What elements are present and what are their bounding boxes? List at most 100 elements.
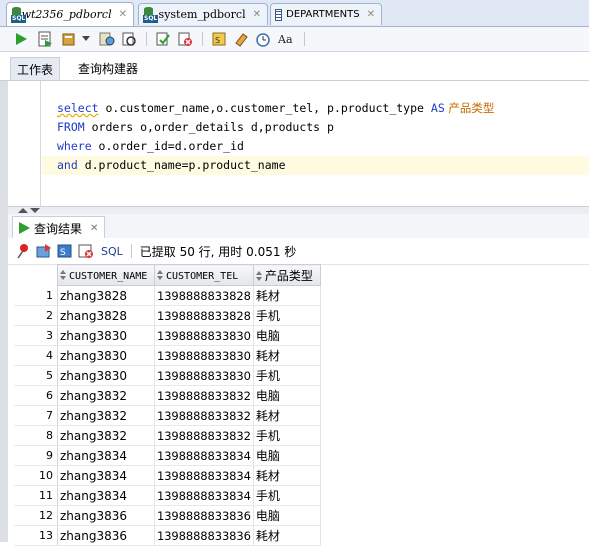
column-header-customer-name[interactable]: CUSTOMER_NAME — [57, 264, 155, 286]
cell-customer-name[interactable]: zhang3832 — [57, 425, 155, 446]
cell-customer-name[interactable]: zhang3830 — [57, 345, 155, 366]
format-button[interactable]: Aa — [278, 30, 296, 48]
cell-customer-tel[interactable]: 1398888833832 — [154, 385, 254, 406]
table-row[interactable]: 9 zhang3834 1398888833834 电脑 — [14, 445, 321, 466]
cell-customer-tel[interactable]: 1398888833834 — [154, 445, 254, 466]
cell-product-type[interactable]: 耗材 — [253, 525, 321, 546]
cell-product-type[interactable]: 手机 — [253, 305, 321, 326]
table-row[interactable]: 13 zhang3836 1398888833836 耗材 — [14, 525, 321, 546]
pin-icon — [17, 244, 28, 259]
column-header-customer-tel[interactable]: CUSTOMER_TEL — [154, 264, 254, 286]
refresh-button[interactable]: S — [56, 242, 74, 260]
cell-product-type[interactable]: 电脑 — [253, 505, 321, 526]
cancel-icon — [78, 244, 93, 258]
column-header-product-type[interactable]: 产品类型 — [252, 264, 321, 286]
close-icon[interactable]: ✕ — [119, 9, 127, 20]
sql-line-3[interactable]: where o.order_id=d.order_id — [57, 137, 244, 156]
cell-customer-tel[interactable]: 1398888833832 — [154, 405, 254, 426]
cell-product-type[interactable]: 手机 — [253, 425, 321, 446]
sql-keyword: and — [57, 158, 78, 172]
history-button[interactable] — [254, 30, 272, 48]
table-row[interactable]: 11 zhang3834 1398888833834 手机 — [14, 485, 321, 506]
cell-customer-name[interactable]: zhang3832 — [57, 385, 155, 406]
sql-line-4[interactable]: and d.product_name=p.product_name — [57, 156, 286, 175]
collapse-up-icon[interactable] — [18, 208, 28, 213]
cell-customer-name[interactable]: zhang3836 — [57, 505, 155, 526]
cell-customer-name[interactable]: zhang3836 — [57, 525, 155, 546]
cell-product-type[interactable]: 耗材 — [253, 345, 321, 366]
tab-query-builder[interactable]: 查询构建器 — [72, 57, 144, 79]
column-header-label: CUSTOMER_TEL — [166, 271, 239, 282]
cell-customer-tel[interactable]: 1398888833828 — [154, 285, 254, 306]
autotrace-button[interactable] — [60, 30, 78, 48]
run-statement-button[interactable] — [12, 30, 30, 48]
sql-button[interactable]: SQL — [101, 245, 123, 258]
rollback-icon — [178, 32, 192, 46]
run-script-button[interactable] — [36, 30, 54, 48]
cell-product-type[interactable]: 电脑 — [253, 385, 321, 406]
close-icon[interactable]: ✕ — [90, 223, 98, 234]
cell-customer-name[interactable]: zhang3830 — [57, 365, 155, 386]
tab-worksheet[interactable]: 工作表 — [10, 57, 61, 80]
cell-customer-tel[interactable]: 1398888833830 — [154, 325, 254, 346]
cell-product-type[interactable]: 耗材 — [253, 405, 321, 426]
table-row[interactable]: 12 zhang3836 1398888833836 电脑 — [14, 505, 321, 526]
table-row[interactable]: 10 zhang3834 1398888833834 耗材 — [14, 465, 321, 486]
cell-customer-tel[interactable]: 1398888833836 — [154, 505, 254, 526]
cell-customer-name[interactable]: zhang3834 — [57, 465, 155, 486]
table-row[interactable]: 2 zhang3828 1398888833828 手机 — [14, 305, 321, 326]
table-row[interactable]: 6 zhang3832 1398888833832 电脑 — [14, 385, 321, 406]
export-button[interactable] — [35, 242, 53, 260]
cell-product-type[interactable]: 手机 — [253, 365, 321, 386]
cell-product-type[interactable]: 耗材 — [253, 285, 321, 306]
cell-customer-tel[interactable]: 1398888833828 — [154, 305, 254, 326]
cell-customer-tel[interactable]: 1398888833834 — [154, 485, 254, 506]
cancel-query-button[interactable] — [77, 242, 95, 260]
cell-customer-name[interactable]: zhang3828 — [57, 285, 155, 306]
cell-product-type[interactable]: 手机 — [253, 485, 321, 506]
table-row[interactable]: 7 zhang3832 1398888833832 耗材 — [14, 405, 321, 426]
collapse-down-icon[interactable] — [30, 208, 40, 213]
commit-button[interactable] — [154, 30, 172, 48]
cell-customer-name[interactable]: zhang3830 — [57, 325, 155, 346]
table-row[interactable]: 3 zhang3830 1398888833830 电脑 — [14, 325, 321, 346]
cell-customer-name[interactable]: zhang3828 — [57, 305, 155, 326]
table-row[interactable]: 1 zhang3828 1398888833828 耗材 — [14, 285, 321, 306]
rollback-button[interactable] — [176, 30, 194, 48]
clear-button[interactable] — [232, 30, 250, 48]
sql-line-1[interactable]: select o.customer_name,o.customer_tel, p… — [57, 99, 494, 118]
clock-icon — [256, 33, 270, 47]
sql-worksheet-icon: SQL — [11, 6, 27, 23]
sql-line-2[interactable]: FROM orders o,order_details d,products p — [57, 118, 334, 137]
tab-departments[interactable]: DEPARTMENTS ✕ — [270, 3, 382, 25]
svg-text:S: S — [60, 248, 66, 258]
cell-product-type[interactable]: 电脑 — [253, 445, 321, 466]
tab-system-pdborcl[interactable]: SQL system_pdborcl ✕ — [138, 3, 268, 25]
table-row[interactable]: 5 zhang3830 1398888833830 手机 — [14, 365, 321, 386]
sql-tuning-button[interactable] — [120, 30, 138, 48]
tab-wt2356-pdborcl[interactable]: SQL wt2356_pdborcl ✕ — [6, 2, 134, 26]
column-header-label: CUSTOMER_NAME — [69, 271, 148, 282]
tab-query-result[interactable]: 查询结果 ✕ — [12, 216, 106, 239]
cell-customer-name[interactable]: zhang3832 — [57, 405, 155, 426]
cell-product-type[interactable]: 耗材 — [253, 465, 321, 486]
database-icon — [62, 33, 75, 46]
cell-customer-tel[interactable]: 1398888833836 — [154, 525, 254, 546]
close-icon[interactable]: ✕ — [367, 9, 375, 20]
table-row[interactable]: 8 zhang3832 1398888833832 手机 — [14, 425, 321, 446]
document-tab-strip: SQL wt2356_pdborcl ✕ SQL system_pdborcl … — [0, 0, 589, 27]
explain-plan-button[interactable] — [98, 30, 116, 48]
cell-customer-tel[interactable]: 1398888833832 — [154, 425, 254, 446]
cell-customer-tel[interactable]: 1398888833834 — [154, 465, 254, 486]
tab-worksheet-label: 工作表 — [17, 62, 54, 77]
cell-customer-tel[interactable]: 1398888833830 — [154, 345, 254, 366]
cell-customer-name[interactable]: zhang3834 — [57, 485, 155, 506]
cell-customer-tel[interactable]: 1398888833830 — [154, 365, 254, 386]
pin-button[interactable] — [14, 242, 32, 260]
cell-product-type[interactable]: 电脑 — [253, 325, 321, 346]
close-icon[interactable]: ✕ — [253, 9, 261, 20]
monitor-sql-button[interactable]: S — [210, 30, 228, 48]
dropdown-button[interactable] — [80, 30, 92, 48]
table-row[interactable]: 4 zhang3830 1398888833830 耗材 — [14, 345, 321, 366]
cell-customer-name[interactable]: zhang3834 — [57, 445, 155, 466]
